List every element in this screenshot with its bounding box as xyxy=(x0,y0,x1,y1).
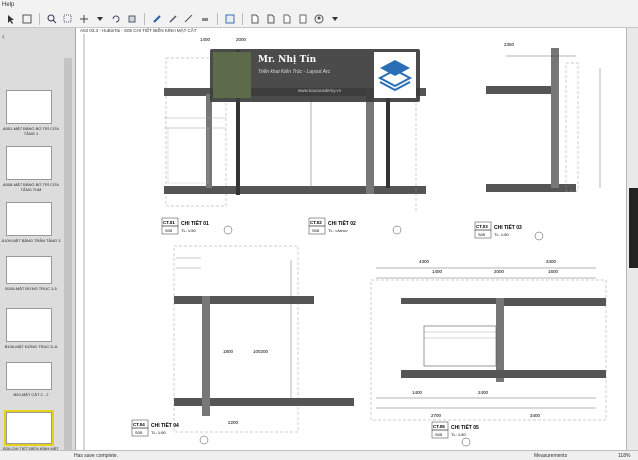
status-bar: Has save complete. Measurements 118% xyxy=(0,450,638,460)
zoom-area-icon[interactable] xyxy=(61,12,75,26)
detail-scale: TL: 1:50 xyxy=(494,232,509,237)
app-window: Help ‹ A001-MẶT BẰNG BỐ TRÍ CỬA TẦNG 1 A… xyxy=(0,0,638,460)
detail-title: CHI TIẾT 04 xyxy=(151,422,179,429)
detail-scale: TL: 1:50 xyxy=(151,430,166,435)
thumbnail-page[interactable] xyxy=(6,202,52,236)
new-page-icon[interactable] xyxy=(248,12,262,26)
dimension-label: 2350 xyxy=(504,42,515,47)
dimension-label: 100200 xyxy=(253,349,269,354)
thumbnail-sidebar: ‹ A001-MẶT BẰNG BỐ TRÍ CỬA TẦNG 1 A008-M… xyxy=(0,28,76,460)
markup-pen-icon[interactable] xyxy=(150,12,164,26)
dimension-label: 3400 xyxy=(530,413,541,418)
eraser-icon[interactable] xyxy=(198,12,212,26)
detail-code: CT.02 xyxy=(310,220,322,225)
toolbar-separator xyxy=(217,12,218,25)
detail-scale: TL: <Arno> xyxy=(328,228,349,233)
dimension-label: 2200 xyxy=(228,420,239,425)
menu-help[interactable]: Help xyxy=(2,2,14,8)
sidebar-scrollbar[interactable] xyxy=(64,58,72,460)
detail-scale: TL: 1:50 xyxy=(181,228,196,233)
instructor-subtitle: Triển khai Kiến Trúc - Layout Arc xyxy=(258,69,331,75)
dimension-label: 1400 xyxy=(432,269,443,274)
detail-code: CT.05 xyxy=(433,424,445,429)
detail-ct05 xyxy=(370,267,607,447)
instructor-photo xyxy=(213,52,251,98)
thumbnail-label: B106-MẶT ĐỨNG TRỤC D-A xyxy=(4,344,58,349)
user-icon[interactable] xyxy=(312,12,326,26)
dimension-label: 1400 xyxy=(200,37,211,42)
highlighter-icon[interactable] xyxy=(166,12,180,26)
detail-title: CHI TIẾT 02 xyxy=(328,220,356,227)
layers-logo-icon xyxy=(374,52,416,98)
fit-icon[interactable] xyxy=(125,12,139,26)
detail-title: CHI TIẾT 05 xyxy=(451,424,479,431)
detail-title: CHI TIẾT 03 xyxy=(494,224,522,231)
pan-icon[interactable] xyxy=(20,12,34,26)
detail-sheet: S05 xyxy=(165,228,173,233)
rotate-icon[interactable] xyxy=(109,12,123,26)
detail-ct03 xyxy=(474,48,601,241)
page-settings-icon[interactable] xyxy=(296,12,310,26)
detail-sheet: S05 xyxy=(478,232,486,237)
thumbnail-page[interactable] xyxy=(6,362,52,390)
measure-icon[interactable] xyxy=(182,12,196,26)
stamp-icon[interactable] xyxy=(223,12,237,26)
dimension-label: 4300 xyxy=(419,259,430,264)
properties-panel-tab[interactable] xyxy=(629,188,638,268)
thumbnail-page[interactable] xyxy=(6,146,52,180)
detail-scale: TL: 1:50 xyxy=(451,432,466,437)
instructor-banner: Mr. Nhị Tín Triển khai Kiến Trúc - Layou… xyxy=(210,49,420,102)
thumbnail-label: A109-MẶT BẰNG TRẦN TẦNG 3 xyxy=(1,238,61,243)
thumbnail-page-selected[interactable] xyxy=(4,410,54,446)
instructor-url: www.toucacademy.vn xyxy=(298,88,342,93)
detail-sheet: S05 xyxy=(435,432,443,437)
detail-code: CT.04 xyxy=(133,422,145,427)
detail-code: CT.01 xyxy=(163,220,175,225)
thumbnail-label: A001-MẶT BẰNG BỐ TRÍ CỬA TẦNG 1 xyxy=(3,126,59,136)
thumbnail-page[interactable] xyxy=(6,90,52,124)
toolbar-separator xyxy=(39,12,40,25)
chevron-down-icon[interactable] xyxy=(328,12,342,26)
zoom-icon[interactable] xyxy=(45,12,59,26)
dimension-label: 1600 xyxy=(548,269,559,274)
dimension-label: 2000 xyxy=(236,37,247,42)
zoom-level[interactable]: 118% xyxy=(618,451,630,460)
thumbnail-page[interactable] xyxy=(6,308,52,342)
detail-sheet: S05 xyxy=(135,430,143,435)
detail-ct04 xyxy=(131,245,354,445)
instructor-name: Mr. Nhị Tín xyxy=(258,55,317,65)
thumbnail-label: A008-MẶT BẰNG BỐ TRÍ CỬA TẦNG TUM xyxy=(3,182,59,192)
detail-sheet: S05 xyxy=(312,228,320,233)
thumbnail-page[interactable] xyxy=(6,256,52,284)
dimension-label: 2400 xyxy=(478,390,489,395)
chevron-down-icon[interactable] xyxy=(93,12,107,26)
collapse-chevron-icon[interactable]: ‹ xyxy=(2,32,5,41)
thumbnail-label: B106-MẶT ĐỨNG TRỤC 1-5 xyxy=(5,286,57,291)
thumbnail-label: B20-MẶT CẮT 2 - 2 xyxy=(13,392,49,397)
dimension-label: 2000 xyxy=(494,269,505,274)
dimension-label: 1800 xyxy=(223,349,234,354)
select-icon[interactable] xyxy=(4,12,18,26)
right-panel-strip[interactable] xyxy=(626,28,638,450)
dimension-label: 3400 xyxy=(546,259,557,264)
detail-title: CHI TIẾT 01 xyxy=(181,220,209,227)
menu-bar: Help xyxy=(0,0,638,10)
detail-code: CT.03 xyxy=(476,224,488,229)
dimension-label: 2700 xyxy=(431,413,442,418)
toolbar-separator xyxy=(144,12,145,25)
status-message: Has save complete. xyxy=(74,453,118,459)
measurements-label[interactable]: Measurements xyxy=(534,451,567,460)
toolbar-separator xyxy=(242,12,243,25)
dimension-label: 1400 xyxy=(412,390,423,395)
copy-page-icon[interactable] xyxy=(264,12,278,26)
toolbar xyxy=(0,10,638,28)
document-icon[interactable] xyxy=(280,12,294,26)
navigate-dropdown-icon[interactable] xyxy=(77,12,91,26)
